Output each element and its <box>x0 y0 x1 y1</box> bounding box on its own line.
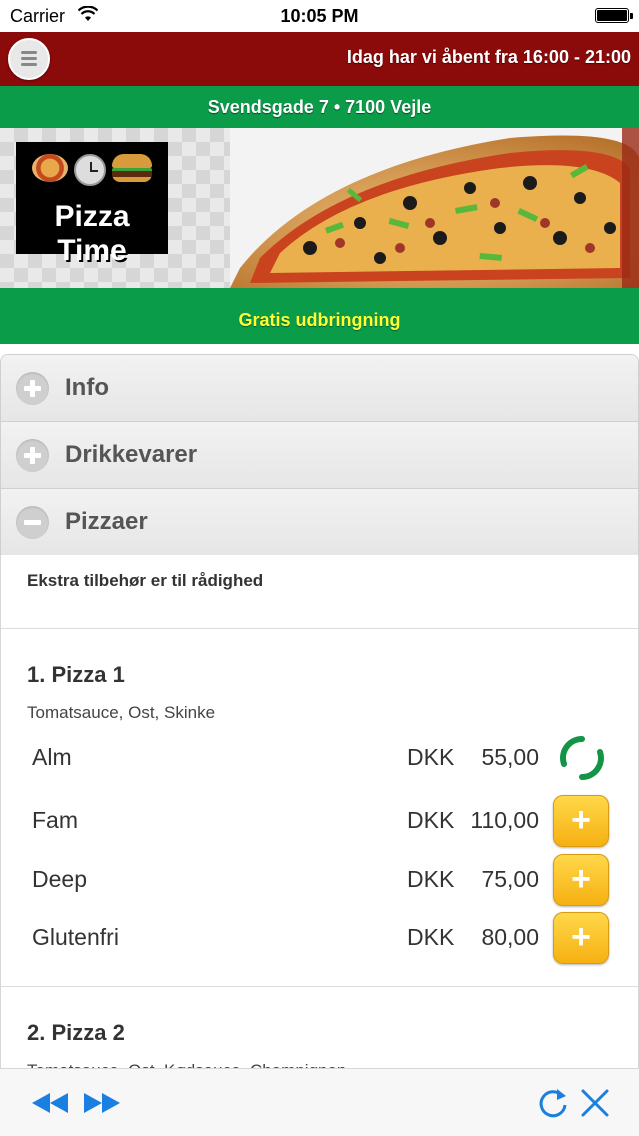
add-to-cart-button[interactable]: + <box>553 795 609 847</box>
variant-price: 75,00 <box>481 866 539 892</box>
battery-icon <box>595 8 633 23</box>
address-bar: Svendsgade 7 • 7100 Vejle <box>0 86 639 128</box>
banner: Pizza Time <box>0 128 639 288</box>
divider <box>1 628 638 629</box>
extras-note: Ekstra tilbehør er til rådighed <box>27 571 264 590</box>
status-bar: Carrier 10:05 PM <box>0 0 639 32</box>
minus-icon <box>16 506 49 539</box>
variant-size: Glutenfri <box>32 924 119 950</box>
plus-icon <box>16 439 49 472</box>
variant-size: Deep <box>32 866 87 892</box>
browser-toolbar <box>0 1068 639 1136</box>
item-description: Tomatsauce, Ost, Skinke <box>27 703 216 722</box>
variant-row: Deep DKK 75,00 + <box>1 852 638 908</box>
variant-currency: DKK <box>407 924 455 950</box>
variant-currency: DKK <box>407 866 455 892</box>
pizza-icon <box>32 154 68 182</box>
variant-size: Fam <box>32 807 78 833</box>
pizzaer-content: Ekstra tilbehør er til rådighed 1. Pizza… <box>0 555 639 1075</box>
accordion-pizzaer[interactable]: Pizzaer <box>1 489 638 556</box>
refresh-icon[interactable] <box>533 1085 573 1121</box>
close-icon[interactable] <box>575 1085 615 1121</box>
logo-text: Pizza Time <box>54 200 130 267</box>
delivery-banner: Gratis udbringning <box>0 288 639 344</box>
plus-icon <box>16 372 49 405</box>
menu-accordion: Info Drikkevarer Pizzaer <box>0 354 639 557</box>
rewind-icon[interactable] <box>30 1085 70 1121</box>
burger-icon <box>112 154 152 184</box>
accordion-label: Drikkevarer <box>65 441 198 468</box>
variant-size: Alm <box>32 744 72 770</box>
add-to-cart-button[interactable]: + <box>553 912 609 964</box>
restaurant-logo: Pizza Time <box>16 142 168 267</box>
accordion-label: Info <box>65 374 109 401</box>
fast-forward-icon[interactable] <box>82 1085 122 1121</box>
variant-price: 110,00 <box>470 807 539 833</box>
variant-row: Fam DKK 110,00 + <box>1 793 638 849</box>
variant-row: Alm DKK 55,00 <box>1 730 638 786</box>
variant-price: 80,00 <box>481 924 539 950</box>
pizza-photo <box>230 128 639 288</box>
accordion-label: Pizzaer <box>65 508 148 535</box>
hamburger-menu-icon[interactable] <box>8 38 50 80</box>
opening-hours: Idag har vi åbent fra 16:00 - 21:00 <box>346 47 631 67</box>
add-to-cart-button[interactable]: + <box>553 854 609 906</box>
clock-time: 10:05 PM <box>280 6 359 26</box>
clock-icon <box>74 154 106 186</box>
item-title: 2. Pizza 2 <box>27 1020 125 1045</box>
item-title: 1. Pizza 1 <box>27 662 125 687</box>
variant-currency: DKK <box>407 807 455 833</box>
variant-row: Glutenfri DKK 80,00 + <box>1 910 638 966</box>
divider <box>1 986 638 987</box>
variant-currency: DKK <box>407 744 455 770</box>
accordion-drikkevarer[interactable]: Drikkevarer <box>1 422 638 489</box>
accordion-info[interactable]: Info <box>1 355 638 422</box>
header-bar: Idag har vi åbent fra 16:00 - 21:00 <box>0 32 639 86</box>
variant-price: 55,00 <box>481 744 539 770</box>
loading-spinner-icon <box>560 736 604 780</box>
